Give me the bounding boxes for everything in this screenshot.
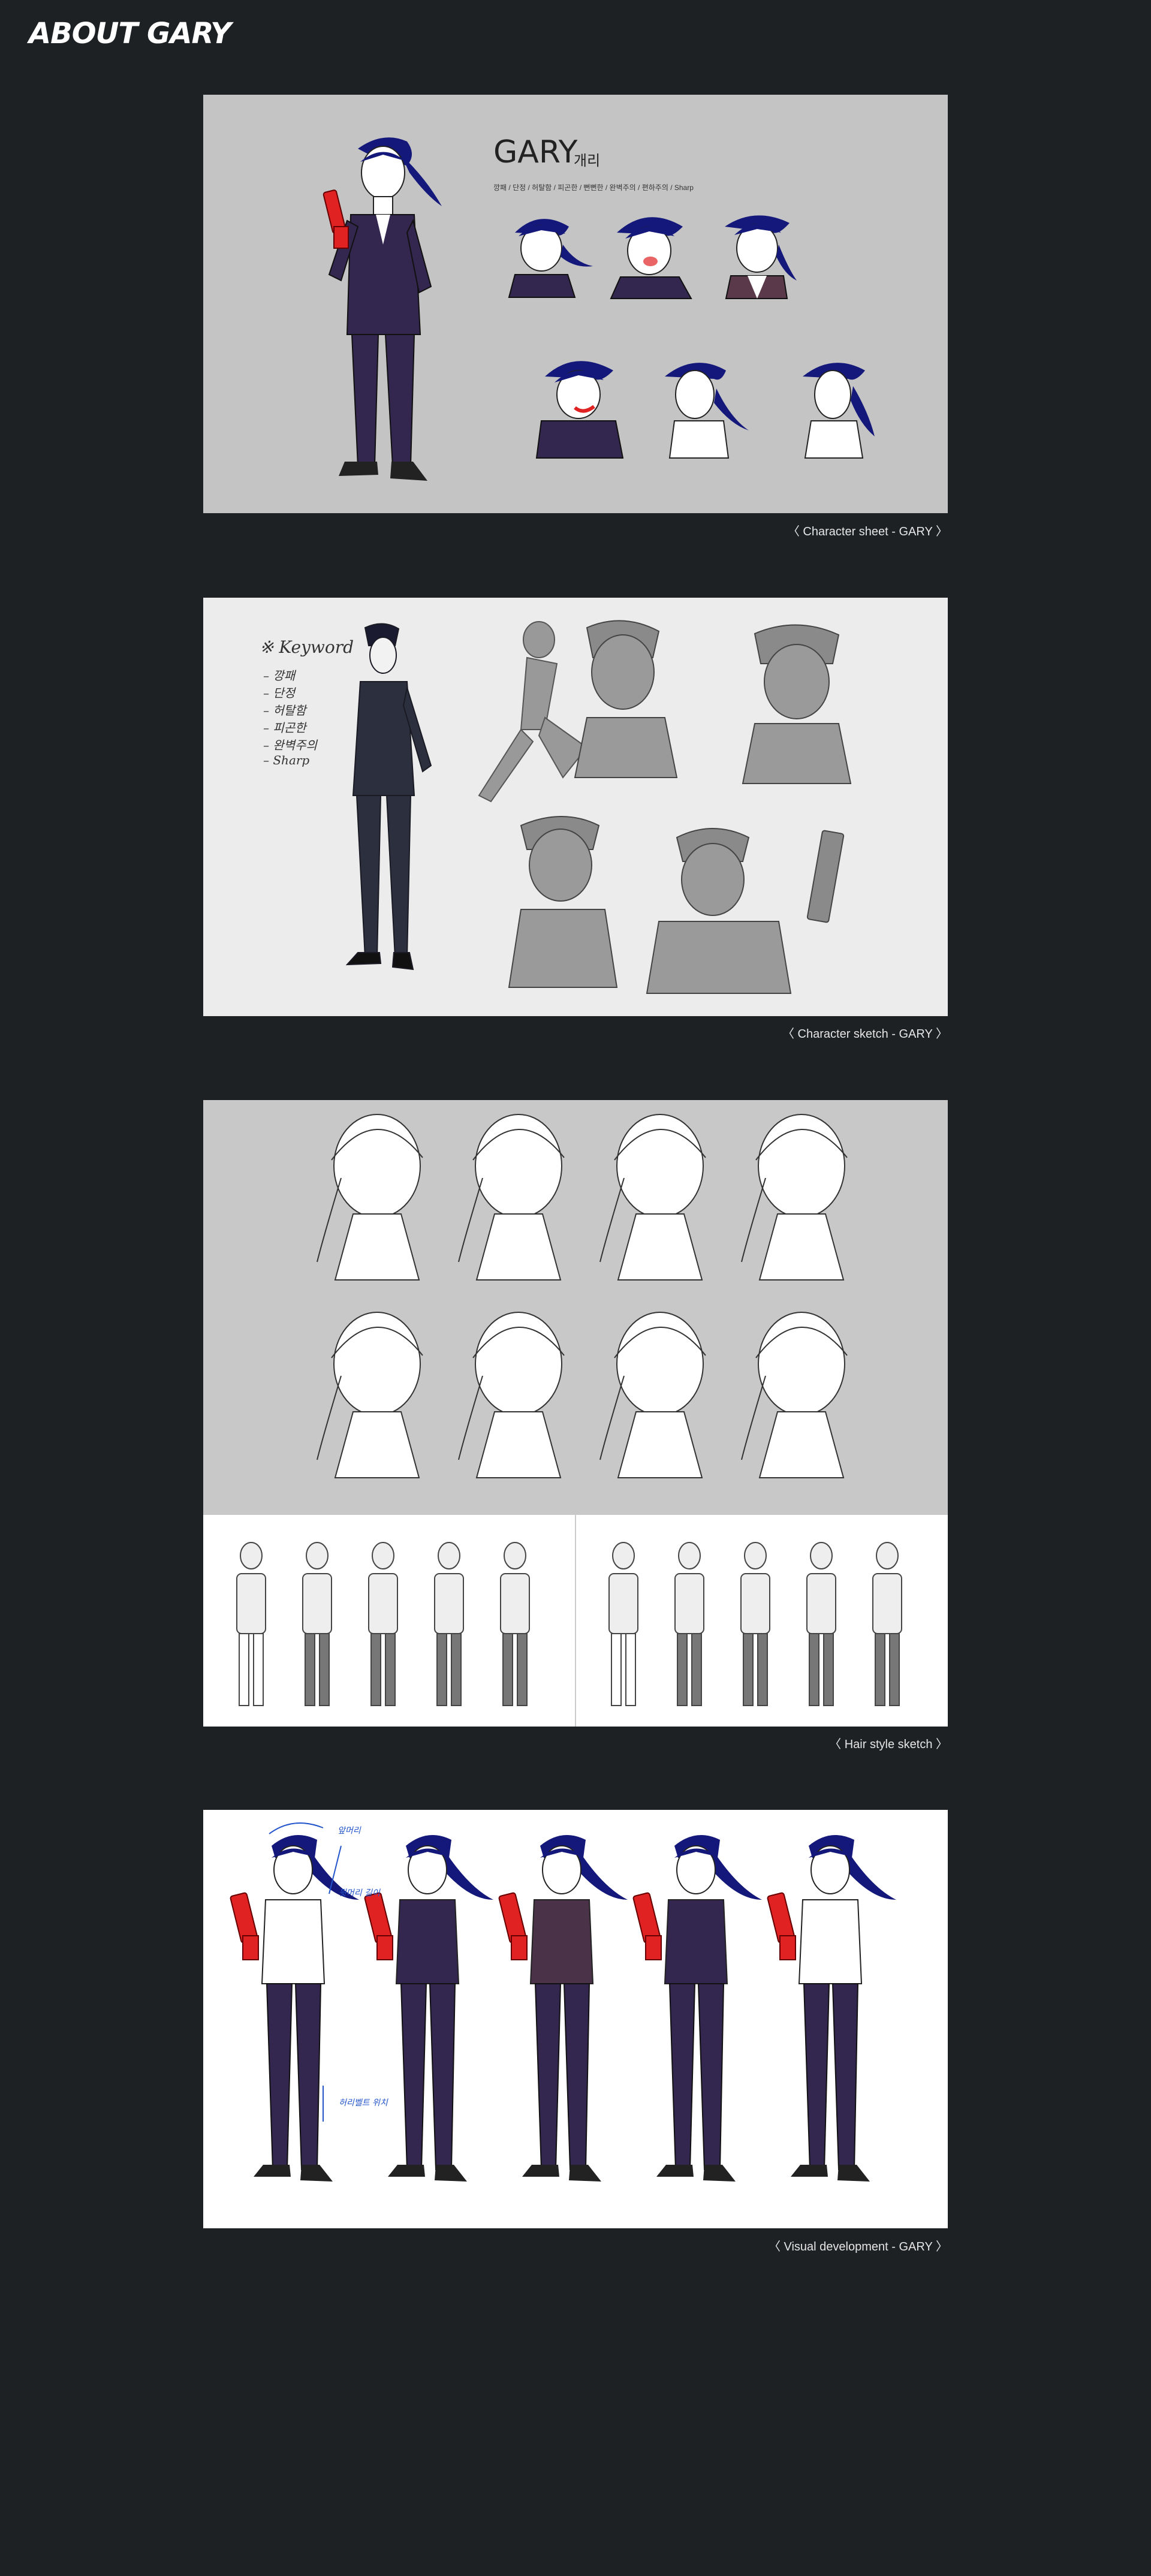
character-sketch-panel: ※ Keyword 깡패 단정 허탈함 피곤한 완벽주의 Sharp [203,598,948,1016]
hair-style-sketch-caption: 〈 Hair style sketch 〉 [829,1738,948,1751]
character-sheet-panel: GARY 개리 깡패 / 단정 / 허탈함 / 피곤한 / 뻔뻔한 / 완벽주의… [203,95,948,513]
head-study [610,217,692,299]
sketch-head [742,624,852,784]
character-traits: 깡패 / 단정 / 허탈함 / 피곤한 / 뻔뻔한 / 완벽주의 / 편하주의 … [493,183,694,192]
hair-lineup-figure [740,1542,770,1706]
visual-development-caption: 〈 Visual development - GARY 〉 [768,2240,948,2253]
head-study [725,215,797,299]
visual-development-figure [364,1835,493,2182]
visual-development-figure [498,1835,628,2182]
visual-development-artwork [230,1822,896,2182]
hair-lineup-figure [608,1542,638,1706]
head-study [803,363,875,459]
gary-full-body-figure [323,137,442,481]
hair-lineup [236,1542,902,1706]
sketch-action-pose [478,621,588,803]
annotation-hair-length: 뒷머리 길이 [339,1888,380,1898]
hair-lineup-figure [368,1542,398,1706]
hair-lineup-figure [302,1542,332,1706]
hair-lineup-figure [236,1542,266,1706]
sketch-standing-figure [345,623,432,971]
head-study [508,219,593,298]
visual-development-lineup [230,1822,896,2182]
hair-lineup-figure [434,1542,464,1706]
page-title: ABOUT GARY [29,17,231,50]
character-name: GARY [493,134,578,170]
head-study [665,363,749,459]
visual-development-figure [632,1835,762,2182]
annotation-bangs: 앞머리 [338,1826,361,1836]
hair-lineup-figure [806,1542,836,1706]
character-sheet-caption: 〈 Character sheet - GARY 〉 [787,525,948,538]
character-name-korean: 개리 [574,152,601,169]
hair-style-sketch-panel [203,1100,948,1727]
hair-lineup-figure [872,1542,902,1706]
visual-development-figure [767,1835,896,2182]
sketch-head [508,816,618,988]
hair-style-sketch-artwork [203,1100,948,1727]
visual-development-panel: 앞머리 뒷머리 길이 허리벨트 위치 [203,1810,948,2228]
annotation-belt-position: 허리벨트 위치 [339,2098,388,2108]
character-sketch-artwork [345,620,852,994]
hair-lineup-figure [500,1542,530,1706]
sketch-head [574,620,678,778]
character-sketch-caption: 〈 Character sketch - GARY 〉 [782,1028,948,1041]
hair-lineup-figure [674,1542,704,1706]
head-study [535,361,624,459]
sketch-head-with-gun [646,828,845,994]
